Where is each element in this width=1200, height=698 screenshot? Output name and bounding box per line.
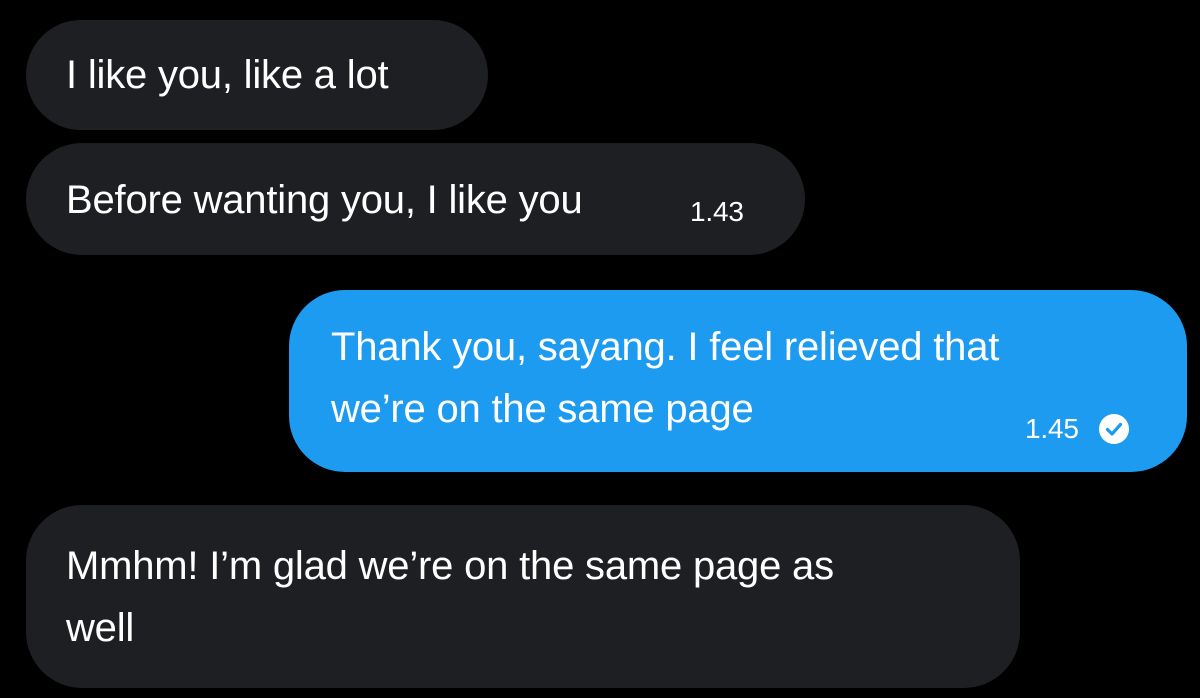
read-check-icon — [1098, 414, 1129, 444]
message-text-line: Thank you, sayang. I feel relieved that — [331, 325, 1000, 369]
message-timestamp: 1.45 — [1025, 413, 1079, 444]
message-text: I like you, like a lot — [66, 53, 389, 97]
message-meta: 1.45 — [1025, 412, 1131, 446]
message-bubble-received[interactable]: I like you, like a lot — [26, 20, 488, 130]
message-text: Before wanting you, I like you — [66, 178, 583, 222]
message-timestamp: 1.43 — [690, 196, 744, 227]
message-bubble-sent[interactable]: Thank you, sayang. I feel relieved that … — [289, 290, 1187, 472]
message-text-line: Mmhm! I’m glad we’re on the same page as — [66, 544, 834, 588]
message-text-line: well — [66, 606, 135, 650]
message-bubble-received[interactable]: Before wanting you, I like you 1.43 — [26, 143, 805, 255]
message-bubble-received[interactable]: Mmhm! I’m glad we’re on the same page as… — [26, 505, 1020, 688]
